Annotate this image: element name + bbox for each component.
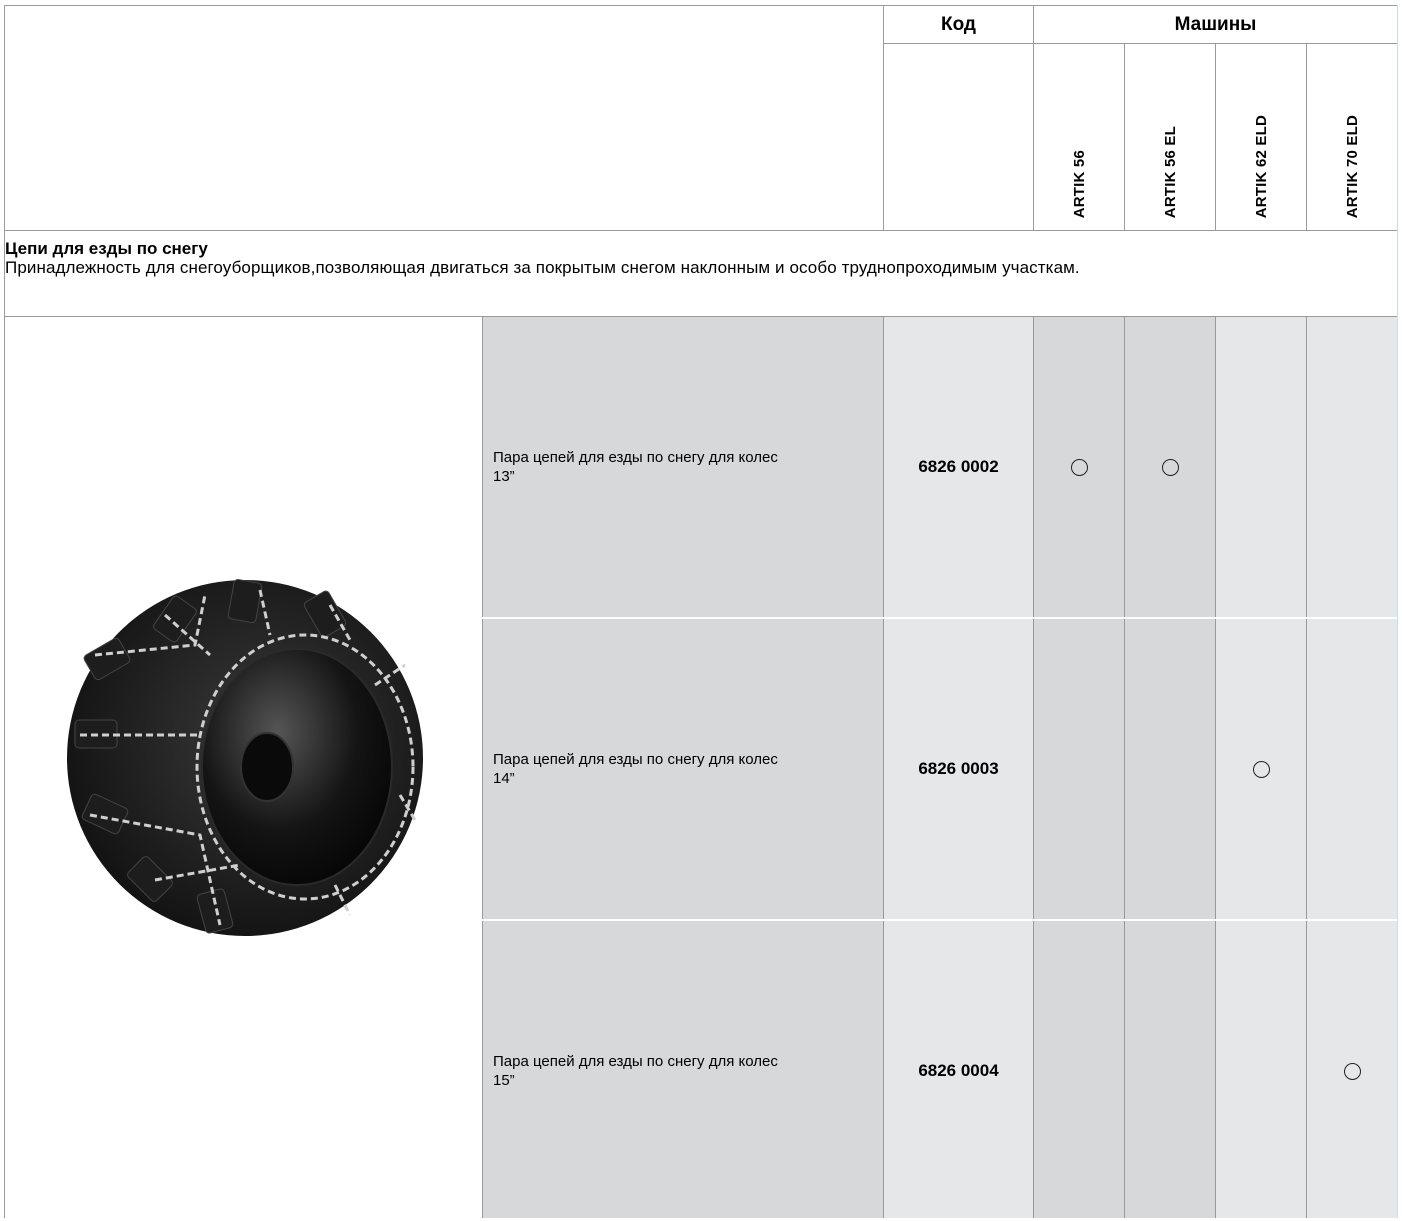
snow-chain-wheel-icon: [67, 579, 423, 936]
description-text: Пара цепей для езды по снегу для колес: [493, 1053, 778, 1070]
machines-column-header: Машины: [1174, 13, 1257, 35]
product-code: 6826 0004: [918, 1061, 999, 1080]
table-row-description: Пара цепей для езды по снегу для колес 14…: [483, 619, 883, 919]
wheel-size-text: 13”: [493, 468, 515, 485]
machine-header-artik-62-eld: ARTIK 62 ELD: [1216, 44, 1306, 230]
machine-header-artik-70-eld: ARTIK 70 ELD: [1307, 44, 1397, 230]
section-description: Принадлежность для снегоуборщиков,позвол…: [5, 258, 1080, 277]
wheel-size-text: 14”: [493, 770, 515, 787]
product-code: 6826 0002: [918, 457, 999, 476]
machine-header-artik-56-el: ARTIK 56 EL: [1125, 44, 1215, 230]
wheel-size-text: 15”: [493, 1072, 515, 1089]
compatible-circle-icon: [1343, 1062, 1361, 1080]
machine-label: ARTIK 62 ELD: [1252, 114, 1270, 218]
compatible-circle-icon: [1252, 760, 1270, 778]
machine-label: ARTIK 56: [1070, 149, 1088, 218]
machine-label: ARTIK 56 EL: [1161, 125, 1179, 218]
code-column-header: Код: [940, 13, 976, 35]
description-text: Пара цепей для езды по снегу для колес: [493, 449, 778, 466]
description-text: Пара цепей для езды по снегу для колес: [493, 751, 778, 768]
compatible-circle-icon: [1070, 458, 1088, 476]
fit-cell-artik-62-eld: [1216, 619, 1306, 919]
compatible-circle-icon: [1161, 458, 1179, 476]
section-heading: Цепи для езды по снегу Принадлежность дл…: [5, 239, 1395, 315]
machine-label: ARTIK 70 ELD: [1343, 114, 1361, 218]
machine-header-artik-56: ARTIK 56: [1034, 44, 1124, 230]
product-code: 6826 0003: [918, 759, 999, 778]
table-row-description: Пара цепей для езды по снегу для колес 13…: [483, 317, 883, 617]
fit-cell-artik-56: [1034, 317, 1124, 617]
fit-cell-artik-70-eld: [1307, 921, 1397, 1221]
table-row-description: Пара цепей для езды по снегу для колес 15…: [483, 921, 883, 1221]
fit-cell-artik-56-el: [1125, 317, 1215, 617]
section-title: Цепи для езды по снегу: [5, 239, 208, 258]
snow-chain-wheel-image: [5, 535, 482, 1005]
